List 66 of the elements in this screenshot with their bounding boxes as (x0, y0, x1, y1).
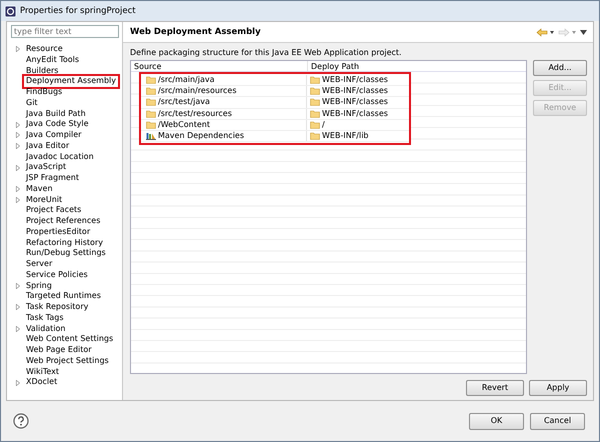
description-text: Define packaging structure for this Java EE Web Application project. (130, 47, 403, 59)
expand-icon[interactable] (16, 380, 20, 386)
library-icon (146, 132, 156, 140)
expand-icon[interactable] (16, 46, 20, 52)
tree-item[interactable]: MoreUnit (24, 194, 64, 206)
tree-item[interactable]: JavaScript (24, 162, 68, 173)
tree-item[interactable]: Run/Debug Settings (24, 248, 108, 259)
table-cell: WEB-INF/classes (322, 74, 388, 86)
expand-icon[interactable] (16, 282, 20, 289)
tree-item[interactable]: Refactoring History (24, 238, 105, 248)
tree-item[interactable]: JSP Fragment (24, 173, 82, 184)
page-title: Web Deployment Assembly (130, 26, 261, 38)
ok-button[interactable]: OK (469, 412, 524, 430)
expand-icon[interactable] (16, 326, 20, 332)
tree-item[interactable]: XDoclet (24, 377, 60, 388)
table-cell: WEB-INF/lib (322, 130, 369, 142)
tree-item[interactable]: Server (24, 259, 54, 270)
tree-item[interactable]: Builders (24, 66, 60, 76)
tree-item[interactable]: Service Policies (24, 270, 90, 280)
tree-item[interactable]: Targeted Runtimes (24, 291, 103, 302)
tree-item[interactable]: Deployment Assembly (24, 76, 118, 87)
help-icon[interactable] (13, 413, 29, 429)
tree-item[interactable]: Java Editor (24, 140, 72, 152)
tree-item[interactable]: Resource (24, 44, 65, 55)
page-button[interactable]: Apply (529, 380, 587, 396)
filter-field[interactable]: type filter text (11, 25, 119, 38)
tree-item[interactable]: FindBugs (24, 87, 64, 98)
action-button[interactable]: Add... (533, 60, 587, 76)
tree-item[interactable]: PropertiesEditor (24, 226, 92, 238)
tree-item[interactable]: Project References (24, 216, 102, 227)
tree-item[interactable]: Web Project Settings (24, 356, 111, 366)
expand-icon[interactable] (16, 164, 20, 171)
tree-item[interactable]: Web Page Editor (24, 345, 94, 356)
table-cell: /src/test/resources (158, 108, 232, 120)
tree-item[interactable]: Java Build Path (24, 108, 88, 120)
tree-item[interactable]: AnyEdit Tools (24, 54, 82, 66)
table-cell: WEB-INF/classes (322, 108, 388, 120)
tree-item[interactable]: Project Facets (24, 205, 84, 216)
cancel-button[interactable]: Cancel (530, 412, 585, 430)
app-icon (5, 6, 16, 16)
table-cell: /WebContent (158, 118, 210, 131)
table-cell: WEB-INF/classes (322, 85, 388, 98)
tree-item[interactable]: Maven (24, 184, 55, 194)
table-cell: /src/main/java (158, 74, 215, 86)
window-title: Properties for springProject (20, 4, 136, 18)
menu-icon[interactable] (580, 30, 587, 34)
page-button[interactable]: Revert (466, 380, 524, 396)
tree-item[interactable]: WikiText (24, 366, 61, 378)
tree-item[interactable]: Web Content Settings (24, 334, 116, 345)
table-cell: /src/test/java (158, 96, 210, 108)
tree-item[interactable]: Java Compiler (24, 130, 84, 141)
tree-item[interactable]: Validation (24, 324, 68, 334)
tree-item[interactable]: Git (24, 98, 40, 108)
tree-item[interactable]: Java Code Style (24, 119, 91, 130)
back-icon[interactable] (536, 28, 554, 36)
tree-item[interactable]: Spring (24, 280, 54, 292)
column-header[interactable]: Deploy Path (308, 61, 360, 71)
tree-item[interactable]: Javadoc Location (24, 152, 96, 162)
expand-icon[interactable] (16, 304, 20, 310)
table-cell: Maven Dependencies (158, 130, 244, 142)
table-cell: WEB-INF/classes (322, 96, 388, 108)
column-header[interactable]: Source (131, 61, 308, 71)
table-cell: / (322, 118, 325, 131)
tree-item[interactable]: Task Tags (24, 312, 66, 324)
table-cell: /src/main/resources (158, 85, 237, 98)
tree-item[interactable]: Task Repository (24, 302, 90, 313)
